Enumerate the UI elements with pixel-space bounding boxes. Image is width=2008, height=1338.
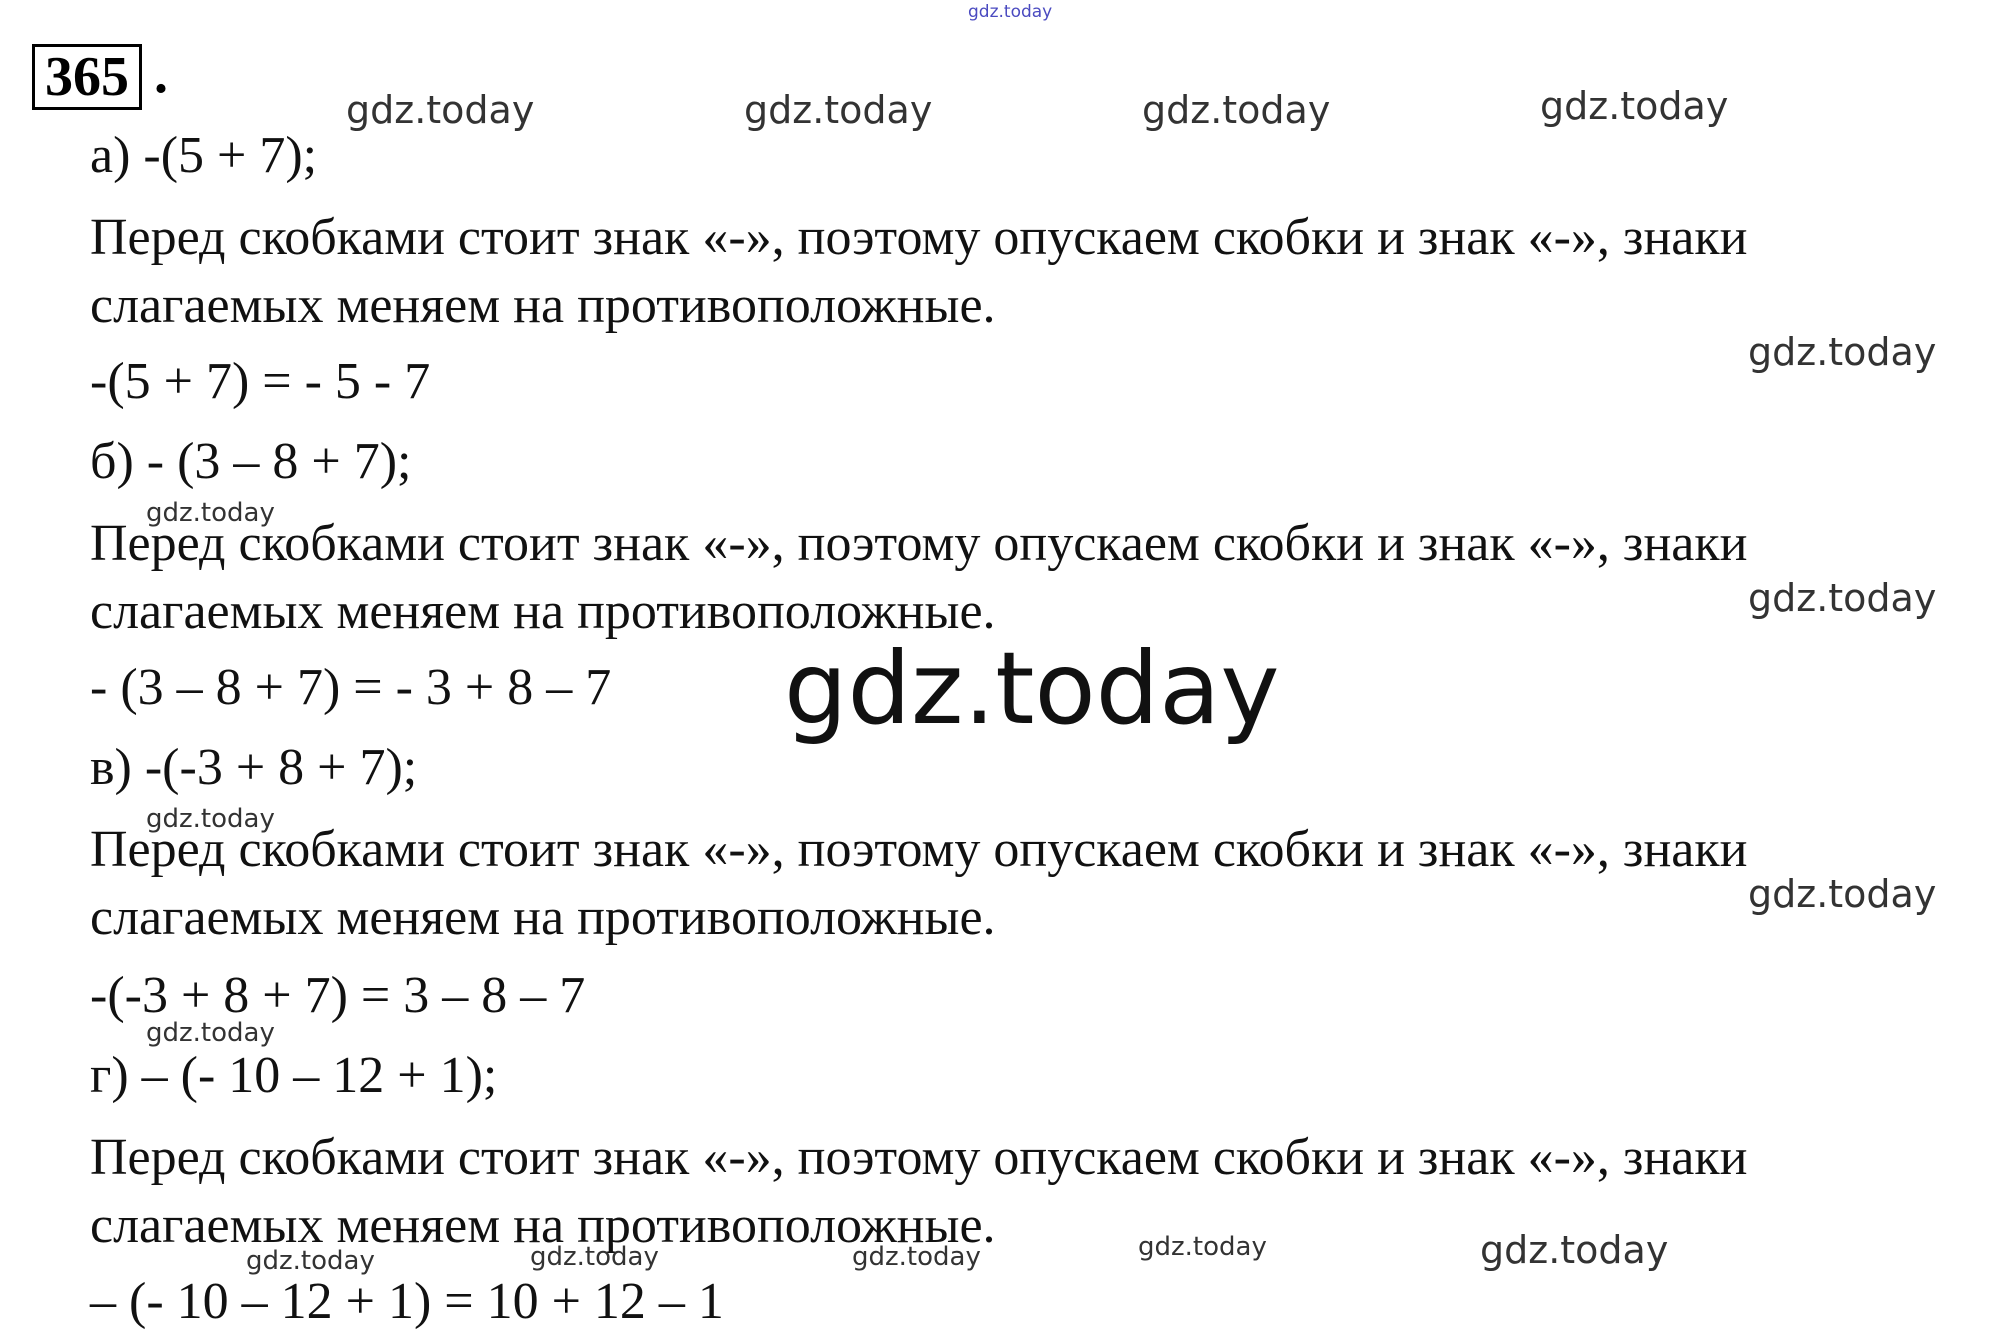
watermark: gdz.today — [968, 2, 1053, 22]
part-d-expression: г) – (- 10 – 12 + 1); — [90, 1047, 498, 1104]
watermark: gdz.today — [1480, 1228, 1669, 1272]
part-a-expression: а) -(5 + 7); — [90, 127, 318, 184]
watermark: gdz.today — [346, 88, 535, 132]
watermark: gdz.today — [852, 1242, 981, 1272]
watermark: gdz.today — [530, 1242, 659, 1272]
watermark: gdz.today — [744, 88, 933, 132]
watermark: gdz.today — [146, 498, 275, 528]
watermark-large: gdz.today — [784, 630, 1280, 747]
part-a-result: -(5 + 7) = - 5 - 7 — [90, 353, 431, 410]
part-d-explanation-line1: Перед скобками стоит знак «-», поэтому о… — [90, 1129, 1748, 1186]
part-b-expression: б) - (3 – 8 + 7); — [90, 433, 412, 490]
watermark: gdz.today — [1138, 1232, 1267, 1262]
watermark: gdz.today — [1540, 84, 1729, 128]
part-c-explanation-line2: слагаемых меняем на противоположные. — [90, 889, 996, 946]
problem-number: 365 — [32, 44, 142, 110]
part-c-expression: в) -(-3 + 8 + 7); — [90, 739, 418, 796]
part-c-result: -(-3 + 8 + 7) = 3 – 8 – 7 — [90, 967, 586, 1024]
problem-number-dot: . — [154, 43, 168, 105]
watermark: gdz.today — [146, 1018, 275, 1048]
part-c-explanation-line1: Перед скобками стоит знак «-», поэтому о… — [90, 821, 1748, 878]
part-a-explanation-line2: слагаемых меняем на противоположные. — [90, 277, 996, 334]
watermark: gdz.today — [1748, 330, 1937, 374]
watermark: gdz.today — [146, 804, 275, 834]
part-a-explanation-line1: Перед скобками стоит знак «-», поэтому о… — [90, 209, 1748, 266]
watermark: gdz.today — [1748, 576, 1937, 620]
watermark: gdz.today — [246, 1246, 375, 1276]
watermark: gdz.today — [1748, 872, 1937, 916]
watermark: gdz.today — [1142, 88, 1331, 132]
part-d-result: – (- 10 – 12 + 1) = 10 + 12 – 1 — [90, 1273, 724, 1330]
part-b-result: - (3 – 8 + 7) = - 3 + 8 – 7 — [90, 659, 612, 716]
part-b-explanation-line1: Перед скобками стоит знак «-», поэтому о… — [90, 515, 1748, 572]
